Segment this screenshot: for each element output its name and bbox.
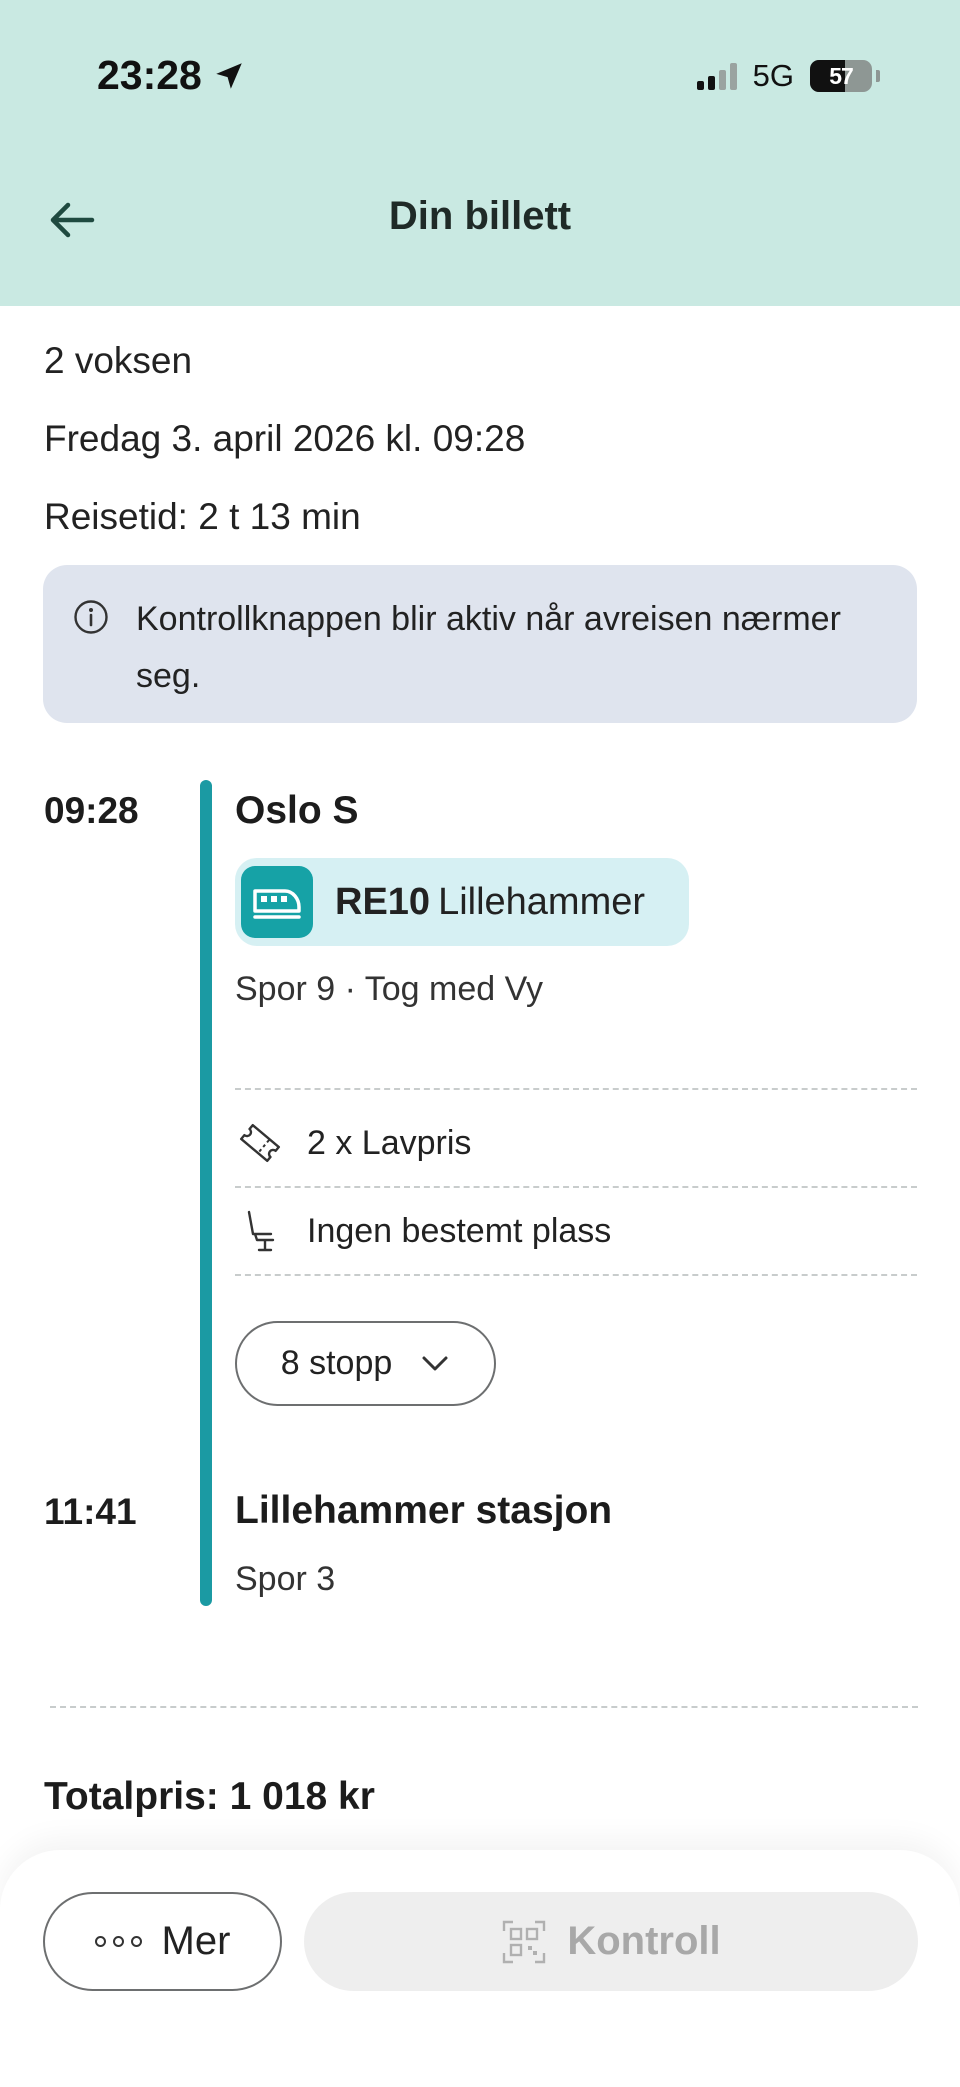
total-price: Totalpris: 1 018 kr <box>44 1775 375 1818</box>
status-time-text: 23:28 <box>97 52 202 98</box>
more-label: Mer <box>161 1919 231 1963</box>
divider <box>235 1274 917 1276</box>
train-icon <box>241 866 313 938</box>
line-destination: Lillehammer <box>438 880 646 923</box>
arrival-platform: Spor 3 <box>235 1560 336 1598</box>
arrival-station: Lillehammer stasjon <box>235 1489 613 1532</box>
status-indicators: 5G 57 <box>696 58 880 94</box>
line-code: RE10 <box>335 880 431 923</box>
travel-time: Reisetid: 2 t 13 min <box>44 496 361 537</box>
bottom-action-bar: Mer Kontroll <box>0 1850 960 2087</box>
more-dots-icon <box>94 1936 142 1947</box>
qr-code-icon <box>503 1920 546 1963</box>
control-button[interactable]: Kontroll <box>304 1892 918 1991</box>
departure-station: Oslo S <box>235 789 359 832</box>
fare-text: 2 x Lavpris <box>307 1123 472 1162</box>
battery-icon: 57 <box>810 60 872 92</box>
location-arrow-icon <box>216 62 242 89</box>
control-label: Kontroll <box>567 1919 721 1963</box>
divider <box>235 1088 917 1090</box>
more-button[interactable]: Mer <box>43 1892 282 1991</box>
info-icon <box>74 600 108 634</box>
seat-row: Ingen bestemt plass <box>235 1206 611 1256</box>
notice-text: Kontrollknappen blir aktiv når avreisen … <box>136 600 841 695</box>
info-notice: Kontrollknappen blir aktiv når avreisen … <box>43 565 917 723</box>
app-header: 23:28 5G 57 Din billett <box>0 0 960 306</box>
chevron-down-icon <box>422 1356 448 1370</box>
stops-toggle-button[interactable]: 8 stopp <box>235 1321 496 1406</box>
network-type: 5G <box>752 58 794 93</box>
divider <box>235 1186 917 1188</box>
departure-date: Fredag 3. april 2026 kl. 09:28 <box>44 418 526 459</box>
seat-icon <box>247 1210 275 1252</box>
fare-row: 2 x Lavpris <box>235 1118 471 1168</box>
passenger-count: 2 voksen <box>44 340 193 381</box>
seat-text: Ingen bestemt plass <box>307 1211 612 1250</box>
battery-level: 57 <box>829 62 854 89</box>
ticket-icon <box>239 1123 281 1163</box>
status-time: 23:28 <box>97 52 246 99</box>
line-chip: RE10 Lillehammer <box>235 858 689 946</box>
divider <box>50 1706 918 1708</box>
arrival-time: 11:41 <box>44 1491 137 1532</box>
stops-label: 8 stopp <box>280 1344 393 1382</box>
journey-timeline <box>200 780 212 1606</box>
departure-time: 09:28 <box>44 790 139 831</box>
page-title: Din billett <box>388 194 572 238</box>
platform-operator: Spor 9 · Tog med Vy <box>235 970 544 1008</box>
signal-icon <box>696 62 737 90</box>
